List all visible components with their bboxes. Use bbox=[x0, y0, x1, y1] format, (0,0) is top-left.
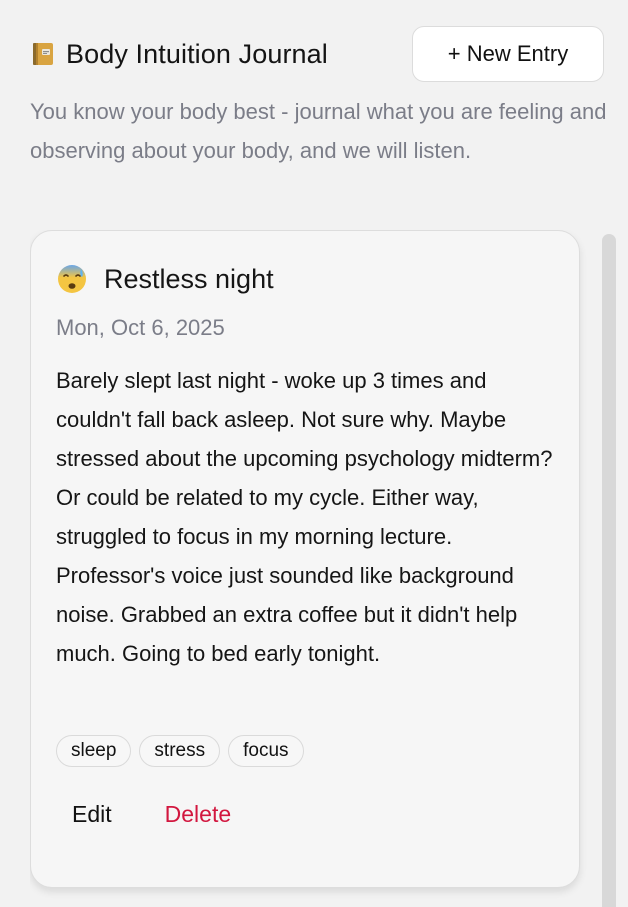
app-title: Body Intuition Journal bbox=[66, 38, 328, 69]
new-entry-button[interactable]: + New Entry bbox=[412, 26, 604, 82]
entry-date: Mon, Oct 6, 2025 bbox=[56, 315, 225, 340]
journal-page: Body Intuition Journal + New Entry You k… bbox=[0, 0, 628, 907]
entry-actions: Edit Delete bbox=[56, 797, 247, 832]
journal-description: You know your body best - journal what y… bbox=[30, 99, 607, 163]
scrollbar[interactable] bbox=[602, 234, 616, 907]
delete-button[interactable]: Delete bbox=[149, 797, 247, 832]
entry-title: Restless night bbox=[104, 263, 274, 294]
tag-stress: stress bbox=[139, 735, 221, 767]
entry-body: Barely slept last night - woke up 3 time… bbox=[56, 368, 553, 666]
journal-entry-card: Restless night Mon, Oct 6, 2025 Barely s… bbox=[30, 230, 580, 888]
entries-list[interactable]: Restless night Mon, Oct 6, 2025 Barely s… bbox=[30, 230, 604, 907]
tag-sleep: sleep bbox=[56, 735, 132, 767]
tag-focus: focus bbox=[228, 735, 304, 767]
entry-header: Restless night bbox=[56, 263, 274, 295]
entry-tags: sleep stress focus bbox=[56, 735, 304, 767]
journal-header: Body Intuition Journal + New Entry bbox=[30, 26, 604, 82]
anxious-sweat-face-icon bbox=[56, 263, 88, 295]
title-group: Body Intuition Journal bbox=[30, 39, 328, 70]
edit-button[interactable]: Edit bbox=[56, 797, 128, 832]
notebook-icon bbox=[30, 41, 56, 67]
